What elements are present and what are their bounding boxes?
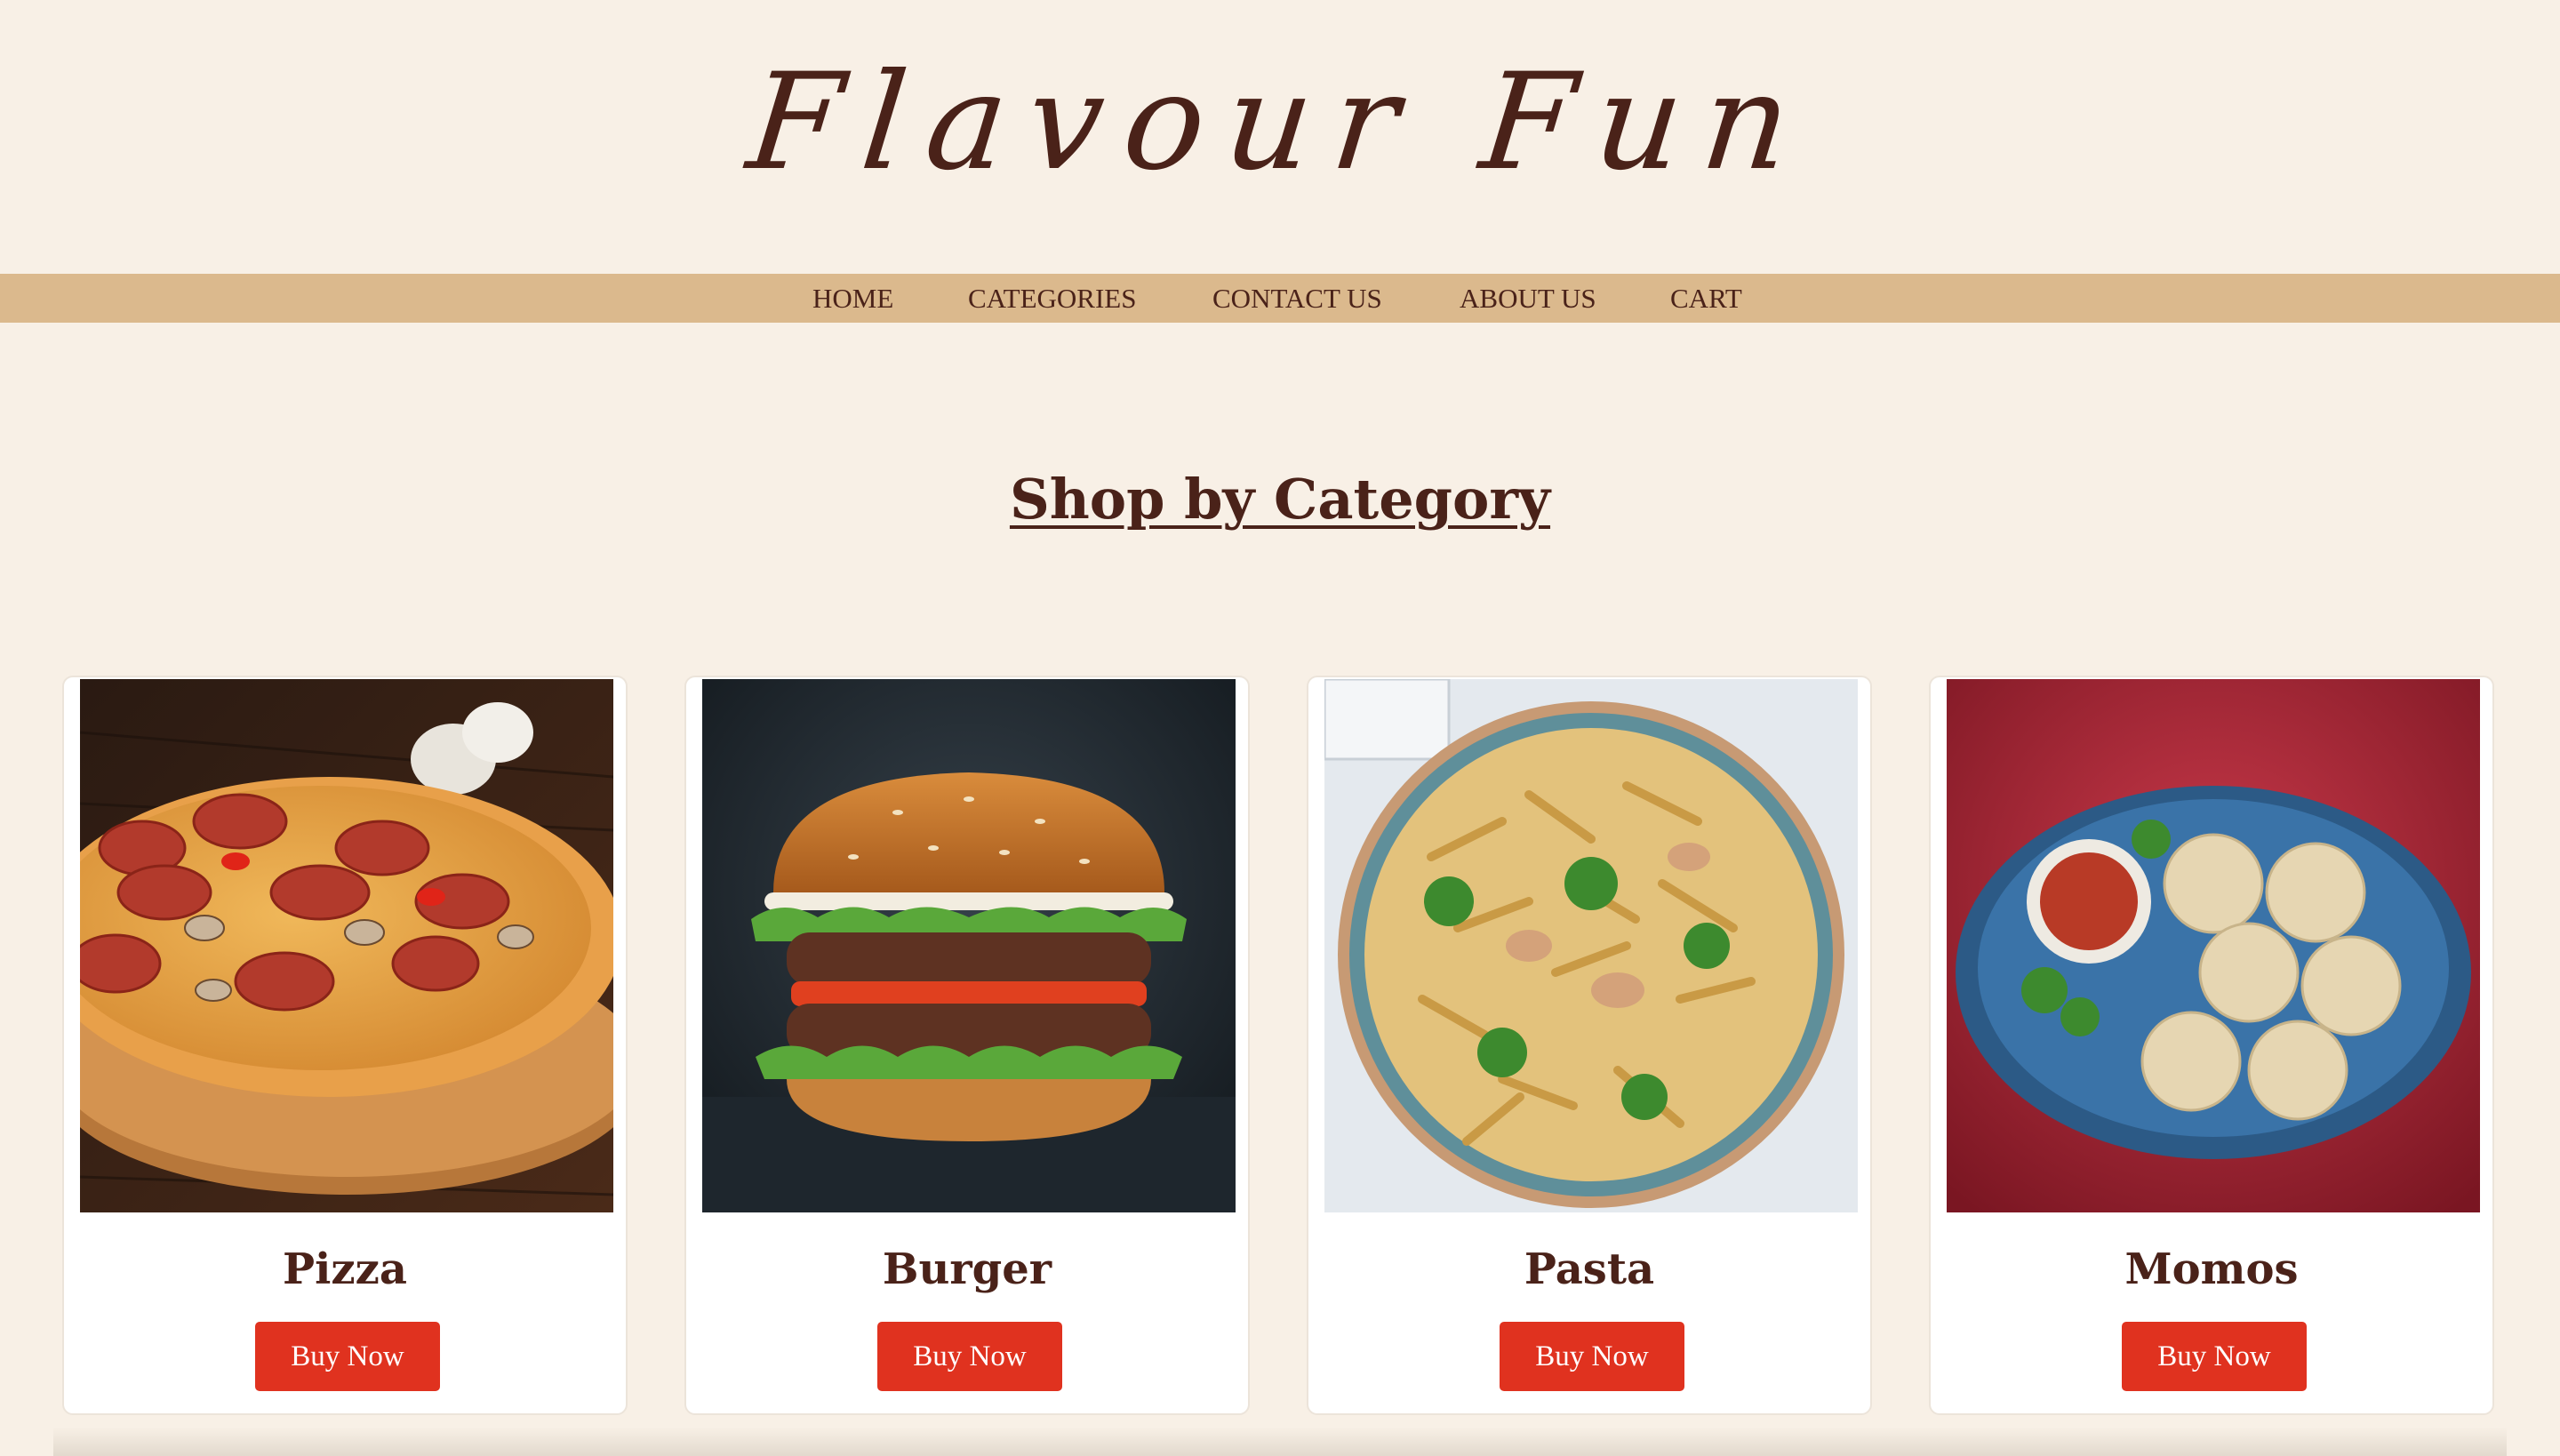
category-name: Pizza <box>283 1244 407 1294</box>
momos-image <box>1947 679 2480 1212</box>
category-card-burger: Burger Buy Now <box>684 676 1250 1415</box>
buy-now-button-pizza[interactable]: Buy Now <box>255 1322 440 1391</box>
buy-now-button-momos[interactable]: Buy Now <box>2122 1322 2307 1391</box>
category-card-pizza: Pizza Buy Now <box>62 676 628 1415</box>
category-card-pasta: Pasta Buy Now <box>1307 676 1872 1415</box>
nav-cart-link[interactable]: CART <box>1670 274 1742 323</box>
category-name: Burger <box>882 1244 1052 1294</box>
pizza-image <box>80 679 613 1212</box>
site-logo[interactable]: Flavour Fun <box>0 16 2560 229</box>
category-card-momos: Momos Buy Now <box>1929 676 2494 1415</box>
logo-text: Flavour Fun <box>740 45 1820 200</box>
nav-about-us-link[interactable]: ABOUT US <box>1460 274 1596 323</box>
nav-categories-link[interactable]: CATEGORIES <box>968 274 1136 323</box>
buy-now-button-pasta[interactable]: Buy Now <box>1500 1322 1684 1391</box>
category-name: Pasta <box>1524 1244 1655 1294</box>
nav-home-link[interactable]: HOME <box>812 274 893 323</box>
nav-contact-us-link[interactable]: CONTACT US <box>1212 274 1382 323</box>
pasta-image <box>1324 679 1858 1212</box>
buy-now-button-burger[interactable]: Buy Now <box>877 1322 1062 1391</box>
page-bottom-shadow <box>53 1427 2507 1456</box>
category-name: Momos <box>2124 1244 2299 1294</box>
main-nav: HOME CATEGORIES CONTACT US ABOUT US CART <box>0 274 2560 323</box>
burger-image <box>702 679 1236 1212</box>
section-title: Shop by Category <box>1009 467 1551 532</box>
